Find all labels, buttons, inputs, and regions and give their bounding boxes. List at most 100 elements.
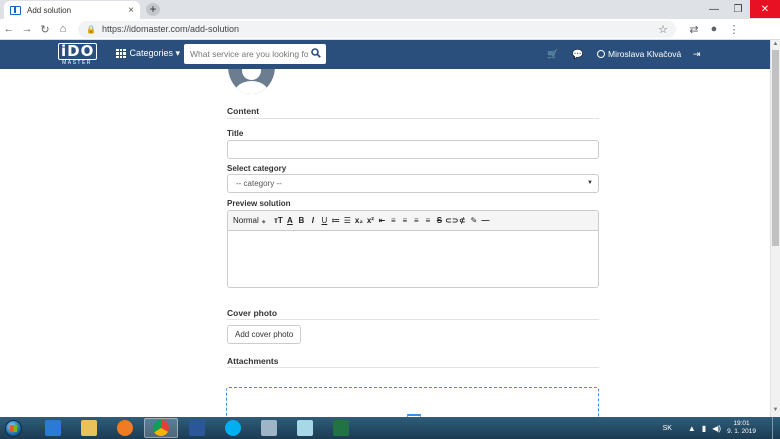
taskbar-app-internet-explorer[interactable] <box>36 418 70 438</box>
volume-icon[interactable]: ◀) <box>712 424 721 433</box>
file-explorer-icon <box>81 420 97 436</box>
categories-label: Categories ▾ <box>129 48 181 58</box>
back-icon[interactable]: ← <box>0 23 18 35</box>
user-icon <box>597 50 605 58</box>
italic-icon[interactable]: I <box>307 216 319 225</box>
text-color-icon[interactable]: A <box>284 216 296 225</box>
taskbar-app-file-explorer[interactable] <box>72 418 106 438</box>
editor-toolbar: Normal ◆ ᴛT A B I U ≔ ☰ x₂ x² ⇤ ≡ ≡ ≡ ≡ S… <box>228 211 598 231</box>
outdent-icon[interactable]: ⇤ <box>376 216 388 225</box>
page-scrollbar[interactable]: ▲ ▼ <box>770 40 780 417</box>
user-menu[interactable]: Miroslava Klvačová <box>597 49 681 59</box>
category-label: Select category <box>227 164 287 173</box>
site-favicon-icon <box>10 5 21 15</box>
clock-date: 9. 1. 2019 <box>727 428 756 435</box>
user-name: Miroslava Klvačová <box>608 49 682 59</box>
browser-tab[interactable]: Add solution × <box>4 1 140 19</box>
notepad-icon <box>297 420 313 436</box>
cart-icon[interactable]: 🛒 <box>547 49 558 60</box>
horizontal-rule-icon[interactable]: — <box>480 216 492 225</box>
translate-icon[interactable]: ⇄ <box>684 23 704 36</box>
content-section-title: Content <box>227 106 260 116</box>
bold-icon[interactable]: B <box>296 216 308 225</box>
internet-explorer-icon <box>45 420 61 436</box>
media-player-icon <box>117 420 133 436</box>
title-label: Title <box>227 129 244 138</box>
add-cover-photo-button[interactable]: Add cover photo <box>227 325 302 344</box>
tab-close-icon[interactable]: × <box>128 5 134 16</box>
close-window-button[interactable]: ✕ <box>750 0 780 18</box>
reload-icon[interactable]: ↻ <box>36 23 54 36</box>
taskbar-app-notepad[interactable] <box>288 418 322 438</box>
home-icon[interactable]: ⌂ <box>54 23 72 35</box>
preview-label: Preview solution <box>227 199 291 208</box>
system-clock[interactable]: 19:01 9. 1. 2019 <box>727 420 756 436</box>
align-left-icon[interactable]: ≡ <box>388 216 400 225</box>
bullet-list-icon[interactable]: ☰ <box>342 216 354 225</box>
language-indicator[interactable]: SK <box>663 425 672 432</box>
clear-format-icon[interactable]: ✎ <box>468 216 480 225</box>
category-selected-value: -- category -- <box>236 179 282 188</box>
menu-dots-icon[interactable]: ⋮ <box>724 23 744 36</box>
underline-icon[interactable]: U <box>319 216 331 225</box>
scroll-down-icon[interactable]: ▼ <box>771 407 780 416</box>
taskbar-app-calculator[interactable] <box>252 418 286 438</box>
logo-mark: iDO <box>58 43 98 60</box>
dropdown-caret-icon: ▼ <box>587 180 593 186</box>
browser-tab-strip: Add solution × + — ❐ ✕ <box>0 0 780 19</box>
taskbar-app-excel[interactable] <box>324 418 358 438</box>
site-header: iDO MASTER Categories ▾ 🛒 💬 Miroslava Kl… <box>0 40 770 69</box>
network-icon[interactable]: ▮ <box>702 424 706 433</box>
lock-icon[interactable]: 🔒 <box>86 25 96 34</box>
category-select[interactable]: -- category -- ▼ <box>227 174 599 193</box>
start-button[interactable] <box>0 417 26 439</box>
bookmark-star-icon[interactable]: ☆ <box>658 23 668 36</box>
editor-text-area[interactable] <box>228 231 598 287</box>
section-divider <box>227 367 599 368</box>
logout-icon[interactable]: ⇥ <box>693 49 701 60</box>
title-input[interactable] <box>227 140 599 159</box>
subscript-icon[interactable]: x₂ <box>353 216 365 225</box>
taskbar-app-chrome[interactable] <box>144 418 178 438</box>
format-dropdown[interactable]: Normal ◆ <box>233 216 266 225</box>
excel-icon <box>333 420 349 436</box>
rich-text-editor: Normal ◆ ᴛT A B I U ≔ ☰ x₂ x² ⇤ ≡ ≡ ≡ ≡ S… <box>227 210 599 288</box>
search-icon[interactable] <box>311 48 321 58</box>
tray-arrow-icon[interactable]: ▲ <box>688 424 696 433</box>
url-text[interactable]: https://idomaster.com/add-solution <box>102 24 239 34</box>
taskbar-app-word[interactable] <box>180 418 214 438</box>
format-caret-icon: ◆ <box>261 219 266 225</box>
section-divider <box>227 118 599 119</box>
chat-icon[interactable]: 💬 <box>572 49 583 60</box>
align-center-icon[interactable]: ≡ <box>399 216 411 225</box>
address-bar[interactable]: 🔒 https://idomaster.com/add-solution ☆ <box>78 20 676 38</box>
site-logo[interactable]: iDO MASTER <box>58 43 98 67</box>
logo-wordmark: MASTER <box>62 60 92 66</box>
forward-icon[interactable]: → <box>18 23 36 35</box>
skype-icon <box>225 420 241 436</box>
scroll-up-icon[interactable]: ▲ <box>771 41 780 50</box>
browser-toolbar: ← → ↻ ⌂ 🔒 https://idomaster.com/add-solu… <box>0 19 780 40</box>
align-justify-icon[interactable]: ≡ <box>422 216 434 225</box>
attachments-dropzone[interactable] <box>226 387 599 417</box>
unlink-icon[interactable]: ⊄ <box>457 216 469 225</box>
window-controls: — ❐ ✕ <box>702 0 780 18</box>
account-icon[interactable]: ● <box>704 23 724 35</box>
minimize-button[interactable]: — <box>702 0 726 18</box>
strikethrough-icon[interactable]: S <box>434 216 446 225</box>
categories-menu[interactable]: Categories ▾ <box>116 48 180 59</box>
link-icon[interactable]: ⊂⊃ <box>445 216 458 225</box>
new-tab-button[interactable]: + <box>146 3 160 16</box>
ordered-list-icon[interactable]: ≔ <box>330 216 342 225</box>
taskbar-app-media-player[interactable] <box>108 418 142 438</box>
scrollbar-thumb[interactable] <box>772 50 779 246</box>
search-input[interactable] <box>190 49 308 59</box>
align-right-icon[interactable]: ≡ <box>411 216 423 225</box>
maximize-button[interactable]: ❐ <box>726 0 750 18</box>
text-size-icon[interactable]: ᴛT <box>273 216 285 225</box>
superscript-icon[interactable]: x² <box>365 216 377 225</box>
format-value: Normal <box>233 216 259 225</box>
taskbar-app-skype[interactable] <box>216 418 250 438</box>
windows-taskbar: SK ▲ ▮ ◀) 19:01 9. 1. 2019 <box>0 417 780 439</box>
show-desktop-button[interactable] <box>772 417 780 439</box>
